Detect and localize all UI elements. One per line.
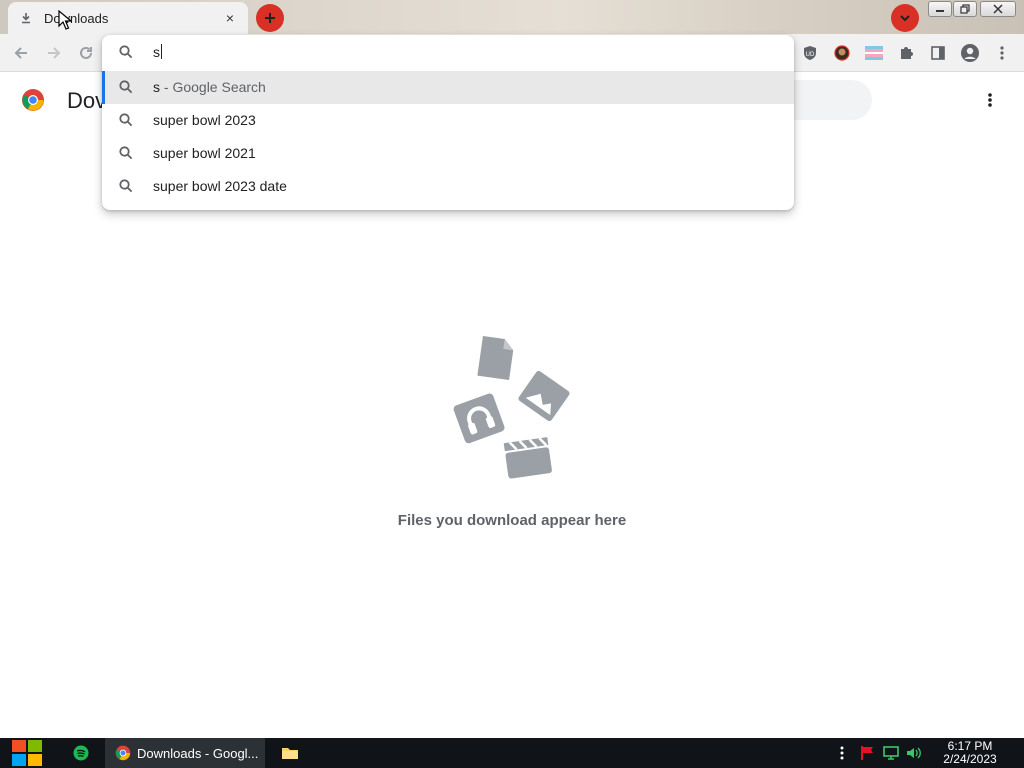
tab-close-icon[interactable]: × — [222, 10, 238, 26]
chevron-down-icon — [900, 15, 910, 22]
back-button[interactable] — [9, 41, 33, 65]
arrow-right-icon — [48, 47, 61, 59]
search-icon — [118, 112, 134, 133]
new-tab-button[interactable] — [256, 4, 284, 32]
suggestion-text: super bowl 2023 date — [153, 178, 287, 194]
search-icon — [118, 178, 134, 199]
more-vert-icon — [988, 93, 992, 107]
ublock-icon[interactable]: UD — [798, 41, 822, 65]
page-title: Dov — [67, 88, 107, 113]
video-icon — [503, 437, 552, 479]
minimize-icon — [936, 10, 944, 12]
reload-button[interactable] — [74, 41, 98, 65]
tray-overflow-icon[interactable] — [832, 738, 852, 768]
taskbar-spotify[interactable] — [66, 738, 96, 768]
chrome-icon — [115, 745, 131, 761]
tab-search-button[interactable] — [891, 4, 919, 32]
image-icon — [518, 370, 570, 422]
taskbar-file-explorer[interactable] — [275, 738, 305, 768]
restore-icon — [960, 4, 970, 14]
search-icon — [118, 44, 134, 65]
more-icon[interactable] — [990, 41, 1014, 65]
suggestion-item[interactable]: super bowl 2021 — [102, 137, 794, 170]
minimize-button[interactable] — [928, 1, 952, 17]
suggestion-text: s — [153, 79, 160, 95]
network-icon[interactable] — [881, 738, 901, 768]
suggestion-item[interactable]: s - Google Search — [102, 71, 794, 104]
suggestion-text: super bowl 2023 — [153, 112, 256, 128]
reload-icon — [80, 46, 92, 59]
action-center-flag-icon[interactable] — [857, 738, 877, 768]
download-icon — [18, 10, 34, 26]
audio-icon — [453, 393, 505, 444]
taskbar-chrome-label: Downloads - Googl... — [137, 745, 259, 761]
suggestion-item[interactable]: super bowl 2023 date — [102, 170, 794, 203]
chrome-logo-icon — [21, 88, 45, 112]
close-window-button[interactable] — [980, 1, 1016, 17]
volume-icon[interactable] — [904, 738, 924, 768]
empty-downloads-illustration — [448, 332, 576, 482]
tab-strip: Downloads × — [0, 0, 1024, 34]
tab-downloads[interactable]: Downloads × — [8, 2, 248, 34]
plus-icon — [265, 13, 275, 23]
omnibox-dropdown: s s - Google Search super bowl 2023 supe… — [102, 35, 794, 210]
forward-button[interactable] — [42, 41, 66, 65]
folder-icon — [282, 748, 298, 759]
avatar-extension-icon[interactable] — [830, 41, 854, 65]
suggestion-text: super bowl 2021 — [153, 145, 256, 161]
restore-button[interactable] — [953, 1, 977, 17]
address-bar-text: s — [153, 44, 160, 60]
selection-indicator — [102, 71, 105, 104]
suggestion-suffix: - Google Search — [160, 79, 266, 95]
profile-icon[interactable] — [958, 41, 982, 65]
address-bar-input[interactable]: s — [102, 35, 794, 70]
system-clock[interactable]: 6:17 PM 2/24/2023 — [930, 740, 1010, 766]
document-icon — [477, 335, 514, 381]
search-icon — [118, 79, 134, 100]
svg-text:UD: UD — [806, 52, 815, 58]
page-menu-button[interactable] — [980, 88, 1000, 112]
side-panel-icon[interactable] — [926, 41, 950, 65]
suggestion-item[interactable]: super bowl 2023 — [102, 104, 794, 137]
flag-extension-icon[interactable] — [862, 41, 886, 65]
text-caret — [161, 44, 162, 59]
puzzle-icon[interactable] — [894, 41, 918, 65]
search-icon — [118, 145, 134, 166]
empty-state-message: Files you download appear here — [397, 512, 627, 529]
taskbar: Downloads - Googl... 6:17 PM 2/24/2023 — [0, 738, 1024, 768]
windows-logo-icon — [12, 740, 42, 766]
close-icon — [993, 4, 1003, 14]
taskbar-chrome-window[interactable]: Downloads - Googl... — [105, 738, 265, 768]
spotify-icon — [73, 745, 89, 761]
start-button[interactable] — [10, 738, 44, 768]
mouse-cursor-icon — [58, 10, 72, 30]
arrow-left-icon — [14, 47, 27, 59]
clock-date: 2/24/2023 — [943, 752, 997, 766]
